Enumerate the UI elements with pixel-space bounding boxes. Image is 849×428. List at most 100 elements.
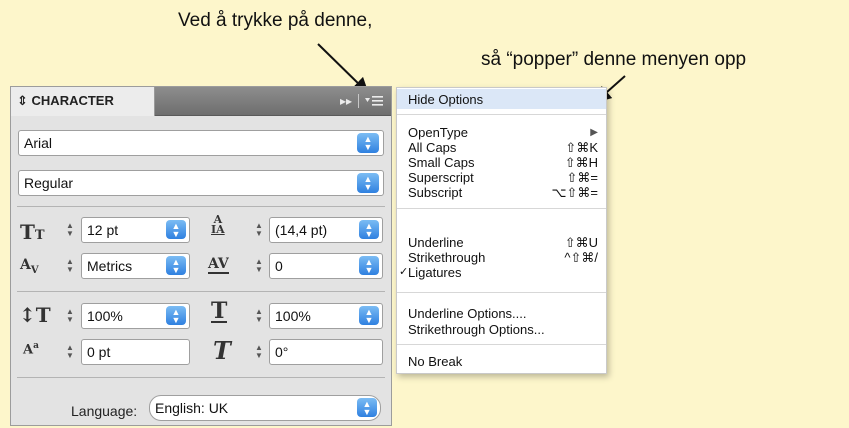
tracking-field[interactable]: 0 ▲ ▼ [269, 253, 383, 279]
font-size-stepper[interactable]: ▲ ▼ [64, 221, 76, 239]
tab-character[interactable]: ⇕ CHARACTER [11, 87, 155, 116]
tracking-value: 0 [275, 258, 283, 274]
tab-separator [358, 94, 359, 108]
horizontal-scale-field[interactable]: 100% ▲ ▼ [269, 303, 383, 329]
vertical-scale-icon: ↕T [19, 303, 51, 327]
panel-divider [17, 377, 385, 378]
tab-toggle-icon[interactable]: ⇕ [17, 93, 28, 108]
font-style-value: Regular [24, 175, 74, 191]
font-size-value: 12 pt [87, 222, 119, 238]
menu-shortcut: ⇧⌘= [566, 170, 598, 185]
panel-menu-icon [365, 96, 383, 106]
menu-item-no-break[interactable]: No Break [408, 354, 598, 369]
horizontal-scale-value: 100% [275, 308, 311, 324]
menu-item-label: Strikethrough Options... [408, 322, 545, 337]
menu-item-label: Ligatures [408, 265, 462, 280]
font-size-icon: TT [20, 220, 45, 244]
menu-item-strikethrough-options[interactable]: Strikethrough Options... [408, 322, 598, 337]
horizontal-scale-icon: T [211, 298, 228, 324]
menu-item-label: Underline [408, 235, 464, 250]
menu-shortcut: ⇧⌘H [564, 155, 598, 170]
kerning-field[interactable]: Metrics ▲ ▼ [81, 253, 190, 279]
menu-item-all-caps[interactable]: All Caps ⇧⌘K [408, 140, 598, 155]
menu-item-opentype[interactable]: OpenType ▶ [408, 125, 598, 140]
panel-divider [17, 206, 385, 207]
skew-value: 0° [275, 344, 289, 360]
menu-separator [397, 208, 606, 209]
character-panel: ⇕ CHARACTER ▸▸ Arial ▲ ▼ Regular ▲ ▼ TT ▲ ▼ [10, 86, 392, 426]
baseline-shift-stepper[interactable]: ▲ ▼ [64, 343, 76, 361]
menu-item-ligatures[interactable]: ✓ Ligatures [399, 265, 598, 280]
menu-item-label: Underline Options.... [408, 306, 527, 321]
menu-item-hide-options[interactable]: Hide Options [408, 92, 598, 107]
menu-shortcut: ⇧⌘K [565, 140, 598, 155]
font-style-select[interactable]: Regular ▲ ▼ [18, 170, 384, 196]
language-dropdown-icon[interactable]: ▲ ▼ [357, 398, 377, 417]
checkmark-icon: ✓ [399, 266, 409, 278]
baseline-shift-field[interactable]: 0 pt [81, 339, 190, 365]
annotation-line-2: så “popper” denne menyen opp [481, 49, 747, 70]
collapse-icon[interactable]: ▸▸ [340, 94, 352, 108]
menu-shortcut: ⇧⌘U [564, 235, 598, 250]
menu-item-superscript[interactable]: Superscript ⇧⌘= [408, 170, 598, 185]
menu-item-label: Small Caps [408, 155, 475, 170]
menu-separator [397, 344, 606, 345]
menu-item-small-caps[interactable]: Small Caps ⇧⌘H [408, 155, 598, 170]
skew-stepper[interactable]: ▲ ▼ [253, 343, 265, 361]
menu-shortcut: ^⇧⌘/ [564, 250, 598, 265]
panel-tab-bar: ⇕ CHARACTER ▸▸ [11, 87, 391, 116]
kerning-stepper[interactable]: ▲ ▼ [64, 257, 76, 275]
leading-value: (14,4 pt) [275, 222, 328, 238]
vertical-scale-field[interactable]: 100% ▲ ▼ [81, 303, 190, 329]
font-family-value: Arial [24, 135, 53, 151]
baseline-shift-value: 0 pt [87, 344, 111, 360]
menu-item-label: OpenType [408, 125, 468, 140]
tracking-stepper[interactable]: ▲ ▼ [253, 257, 265, 275]
baseline-shift-icon: Aa [23, 341, 39, 358]
menu-item-subscript[interactable]: Subscript ⌥⇧⌘= [408, 185, 598, 200]
menu-separator [397, 292, 606, 293]
panel-menu-button[interactable] [365, 95, 383, 107]
horizontal-scale-dropdown-icon[interactable]: ▲ ▼ [359, 306, 379, 325]
annotation-line-1: Ved å trykke på denne, [178, 10, 373, 31]
menu-item-underline-options[interactable]: Underline Options.... [408, 306, 598, 321]
skew-icon: T [213, 336, 231, 365]
language-select[interactable]: English: UK ▲ ▼ [149, 395, 381, 421]
language-value: English: UK [155, 400, 229, 416]
leading-field[interactable]: (14,4 pt) ▲ ▼ [269, 217, 383, 243]
vertical-scale-value: 100% [87, 308, 123, 324]
menu-item-underline[interactable]: Underline ⇧⌘U [408, 235, 598, 250]
kerning-dropdown-icon[interactable]: ▲ ▼ [166, 256, 186, 275]
tab-label: CHARACTER [31, 93, 114, 108]
font-size-field[interactable]: 12 pt ▲ ▼ [81, 217, 190, 243]
leading-stepper[interactable]: ▲ ▼ [253, 221, 265, 239]
font-style-dropdown-icon[interactable]: ▲ ▼ [357, 173, 379, 193]
font-family-select[interactable]: Arial ▲ ▼ [18, 130, 384, 156]
menu-item-label: Subscript [408, 185, 463, 200]
menu-item-strikethrough[interactable]: Strikethrough ^⇧⌘/ [408, 250, 598, 265]
tracking-icon: AV [208, 256, 229, 274]
language-label: Language: [71, 403, 138, 419]
font-family-dropdown-icon[interactable]: ▲ ▼ [357, 133, 379, 153]
panel-divider [17, 291, 385, 292]
submenu-arrow-icon: ▶ [590, 127, 598, 138]
skew-field[interactable]: 0° [269, 339, 383, 365]
horizontal-scale-stepper[interactable]: ▲ ▼ [253, 307, 265, 325]
font-size-dropdown-icon[interactable]: ▲ ▼ [166, 220, 186, 239]
tracking-dropdown-icon[interactable]: ▲ ▼ [359, 256, 379, 275]
menu-item-label: All Caps [408, 140, 457, 155]
vertical-scale-dropdown-icon[interactable]: ▲ ▼ [166, 306, 186, 325]
panel-flyout-menu: Hide Options OpenType ▶ All Caps ⇧⌘K Small… [396, 87, 607, 374]
vertical-scale-stepper[interactable]: ▲ ▼ [64, 307, 76, 325]
kerning-value: Metrics [87, 258, 133, 274]
menu-separator [397, 114, 606, 115]
menu-shortcut: ⌥⇧⌘= [551, 185, 598, 200]
leading-icon: A IA [211, 213, 225, 236]
arrow-to-menu-button [317, 43, 369, 94]
kerning-icon: AV [20, 257, 39, 276]
leading-dropdown-icon[interactable]: ▲ ▼ [359, 220, 379, 239]
menu-item-label: Hide Options [408, 92, 484, 107]
menu-item-label: No Break [408, 354, 463, 369]
menu-item-label: Superscript [408, 170, 474, 185]
menu-item-label: Strikethrough [408, 250, 486, 265]
